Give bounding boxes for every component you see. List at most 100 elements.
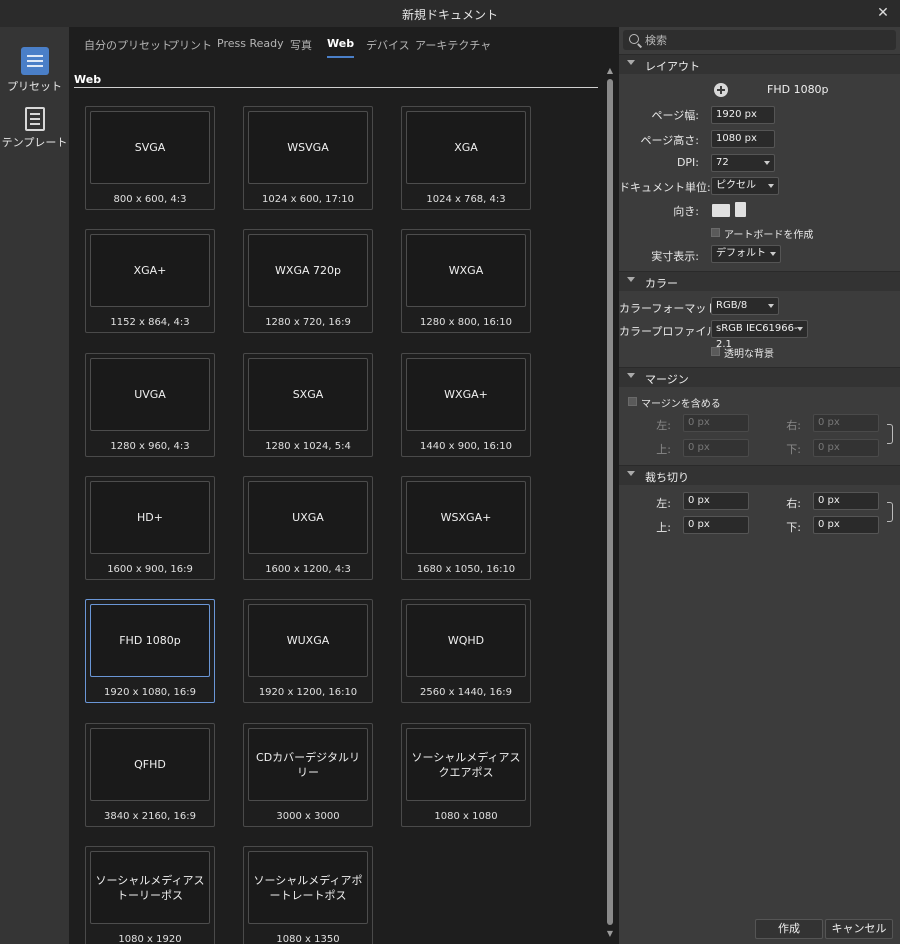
tab-my-presets[interactable]: 自分のプリセット (84, 37, 172, 53)
color-section-header[interactable]: カラー (619, 271, 900, 291)
preset-area: 自分のプリセット プリント Press Ready 写真 Web デバイス アー… (69, 27, 619, 944)
preset-card[interactable]: ソーシャルメディアポートレートポス 1080 x 1350 (243, 846, 373, 944)
bleed-right-label: 右: (786, 497, 801, 510)
preset-card[interactable]: SXGA 1280 x 1024, 5:4 (243, 353, 373, 457)
bleed-top-field[interactable]: 0 px (683, 516, 749, 534)
cancel-button[interactable]: キャンセル (825, 919, 893, 939)
preset-card[interactable]: ソーシャルメディアストーリーポス 1080 x 1920 (85, 846, 215, 944)
rail-preset-button[interactable]: プリセット (0, 47, 69, 94)
margin-left-field[interactable]: 0 px (683, 414, 749, 432)
document-unit-value: ピクセル (716, 180, 756, 191)
display-dropdown[interactable]: デフォルト (711, 245, 781, 263)
preset-card[interactable]: WXGA 720p 1280 x 720, 16:9 (243, 229, 373, 333)
preset-thumbnail: WXGA 720p (248, 234, 368, 307)
tab-press-ready[interactable]: Press Ready (217, 37, 284, 50)
preset-card[interactable]: WUXGA 1920 x 1200, 16:10 (243, 599, 373, 703)
scroll-down-icon[interactable]: ▼ (606, 930, 614, 938)
scroll-up-icon[interactable]: ▲ (606, 67, 614, 75)
preset-card[interactable]: HD+ 1600 x 900, 16:9 (85, 476, 215, 580)
preset-thumbnail: SVGA (90, 111, 210, 184)
caret-down-icon (768, 184, 774, 188)
preset-card[interactable]: WSXGA+ 1680 x 1050, 16:10 (401, 476, 531, 580)
preset-name: XGA (454, 141, 478, 154)
preset-size: 3840 x 2160, 16:9 (104, 811, 196, 822)
color-profile-dropdown[interactable]: sRGB IEC61966-2.1 (711, 320, 808, 350)
search-box[interactable] (623, 30, 896, 50)
caret-down-icon (797, 327, 803, 331)
preset-card[interactable]: FHD 1080p 1920 x 1080, 16:9 (85, 599, 215, 703)
landscape-orientation-icon[interactable] (712, 204, 730, 217)
preset-card[interactable]: SVGA 800 x 600, 4:3 (85, 106, 215, 210)
document-unit-dropdown[interactable]: ピクセル (711, 177, 779, 195)
tab-devices[interactable]: デバイス (366, 37, 410, 53)
page-width-field[interactable]: 1920 px (711, 106, 775, 124)
page-height-field[interactable]: 1080 px (711, 130, 775, 148)
preset-card[interactable]: WXGA 1280 x 800, 16:10 (401, 229, 531, 333)
page-height-label: ページ高さ: (640, 134, 700, 147)
preset-size: 1600 x 1200, 4:3 (265, 564, 351, 575)
preset-thumbnail: SXGA (248, 358, 368, 431)
create-button[interactable]: 作成 (755, 919, 823, 939)
preset-size: 1080 x 1920 (118, 934, 182, 944)
bleed-bottom-label: 下: (786, 521, 801, 534)
preset-card[interactable]: UVGA 1280 x 960, 4:3 (85, 353, 215, 457)
preset-card[interactable]: WXGA+ 1440 x 900, 16:10 (401, 353, 531, 457)
preset-thumbnail: HD+ (90, 481, 210, 554)
create-artboard-label: アートボードを作成 (724, 230, 814, 241)
rail-template-button[interactable]: テンプレート (0, 107, 69, 150)
scrollbar-thumb[interactable] (607, 79, 613, 925)
preset-size: 1280 x 800, 16:10 (420, 317, 512, 328)
preset-thumbnail: UVGA (90, 358, 210, 431)
preset-card[interactable]: UXGA 1600 x 1200, 4:3 (243, 476, 373, 580)
tab-web[interactable]: Web (327, 37, 355, 58)
search-input[interactable] (645, 32, 885, 48)
transparent-background-checkbox[interactable] (711, 347, 720, 356)
page-width-label: ページ幅: (651, 109, 700, 122)
layout-section-header[interactable]: レイアウト (619, 54, 900, 74)
bleed-section-header[interactable]: 裁ち切り (619, 465, 900, 485)
tab-architecture[interactable]: アーキテクチャ (415, 37, 491, 53)
preset-card[interactable]: WQHD 2560 x 1440, 16:9 (401, 599, 531, 703)
preset-card[interactable]: XGA+ 1152 x 864, 4:3 (85, 229, 215, 333)
preset-name: WXGA (448, 264, 484, 277)
dpi-value: 72 (716, 157, 729, 168)
tab-photo[interactable]: 写真 (290, 37, 312, 53)
add-preset-icon[interactable] (714, 83, 728, 97)
close-icon[interactable]: ✕ (874, 4, 892, 22)
preset-card[interactable]: QFHD 3840 x 2160, 16:9 (85, 723, 215, 827)
preset-scrollbar[interactable]: ▲ ▼ (605, 67, 615, 940)
link-bleed-icon[interactable] (887, 502, 893, 522)
margin-right-field[interactable]: 0 px (813, 414, 879, 432)
preset-thumbnail: ソーシャルメディアスクエアポス (406, 728, 526, 801)
portrait-orientation-icon[interactable] (735, 202, 746, 217)
dpi-dropdown[interactable]: 72 (711, 154, 775, 172)
preset-name: SVGA (134, 141, 166, 154)
color-format-dropdown[interactable]: RGB/8 (711, 297, 779, 315)
bleed-bottom-field[interactable]: 0 px (813, 516, 879, 534)
preset-size: 1920 x 1200, 16:10 (258, 687, 358, 698)
bleed-right-field[interactable]: 0 px (813, 492, 879, 510)
preset-card[interactable]: WSVGA 1024 x 600, 17:10 (243, 106, 373, 210)
preset-thumbnail: WUXGA (248, 604, 368, 677)
margin-top-field[interactable]: 0 px (683, 439, 749, 457)
preset-card[interactable]: ソーシャルメディアスクエアポス 1080 x 1080 (401, 723, 531, 827)
margin-bottom-field[interactable]: 0 px (813, 439, 879, 457)
include-margin-checkbox[interactable] (628, 397, 637, 406)
preset-thumbnail: CDカバーデジタルリリー (248, 728, 368, 801)
bleed-left-field[interactable]: 0 px (683, 492, 749, 510)
search-icon (629, 34, 639, 44)
preset-size: 1600 x 900, 16:9 (107, 564, 193, 575)
margin-section-header[interactable]: マージン (619, 367, 900, 387)
preset-name: HD+ (137, 511, 163, 524)
preset-sliders-icon (20, 47, 49, 75)
preset-name: FHD 1080p (119, 634, 181, 647)
tab-print[interactable]: プリント (168, 37, 212, 53)
preset-name: WXGA 720p (275, 264, 341, 277)
create-artboard-checkbox[interactable] (711, 228, 720, 237)
preset-thumbnail: ソーシャルメディアストーリーポス (90, 851, 210, 924)
preset-card[interactable]: CDカバーデジタルリリー 3000 x 3000 (243, 723, 373, 827)
color-format-value: RGB/8 (716, 300, 748, 311)
preset-card[interactable]: XGA 1024 x 768, 4:3 (401, 106, 531, 210)
link-margins-icon[interactable] (887, 424, 893, 444)
color-section-title: カラー (645, 277, 678, 290)
